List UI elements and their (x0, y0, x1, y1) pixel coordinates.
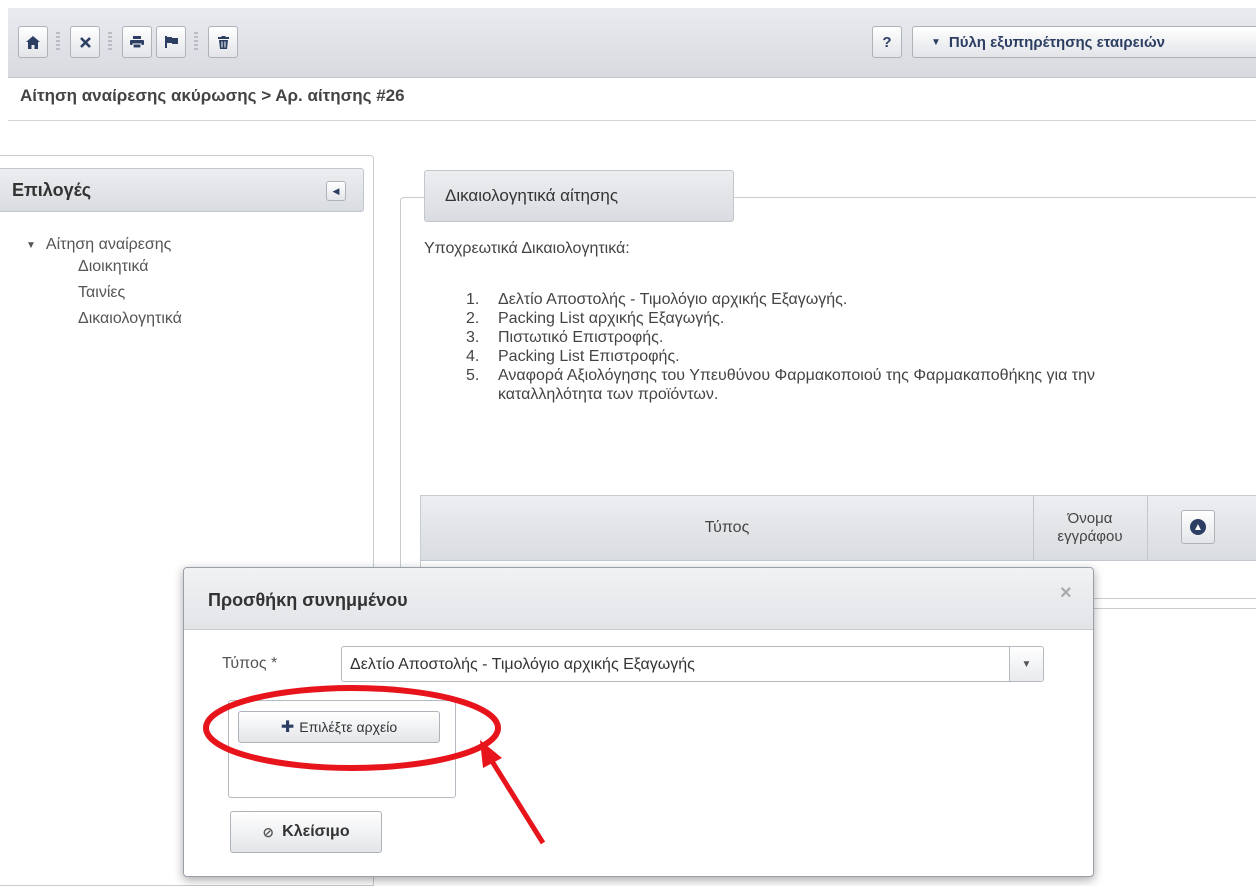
sidebar-collapse-button[interactable]: ◀ (326, 181, 346, 201)
caret-left-icon: ◀ (332, 185, 340, 196)
ban-icon: ⊘ (262, 823, 275, 840)
sidebar-tree: ▼ Αίτηση αναίρεσης Διοικητικά Ταινίες Δι… (26, 236, 182, 332)
choose-file-label: Επιλέξτε αρχείο (299, 719, 398, 735)
help-label: ? (882, 33, 892, 51)
upload-button[interactable]: ▲ (1181, 510, 1215, 544)
flag-button[interactable] (156, 26, 186, 58)
portal-label: Πύλη εξυπηρέτησης εταιρειών (948, 33, 1165, 51)
dialog-header: Προσθήκη συνημμένου × (184, 568, 1093, 630)
toolbar-separator (194, 32, 198, 52)
print-icon (130, 36, 144, 48)
type-select[interactable]: Δελτίο Αποστολής - Τιμολόγιο αρχικής Εξα… (341, 646, 1044, 682)
arrow-up-circle-icon: ▲ (1190, 519, 1206, 535)
delete-button[interactable] (208, 26, 238, 58)
portal-menu-button[interactable]: ▼ Πύλη εξυπηρέτησης εταιρειών (912, 26, 1256, 58)
home-icon (26, 35, 40, 49)
caret-down-icon: ▼ (931, 36, 941, 48)
required-documents-title: Υποχρεωτικά Δικαιολογητικά: (424, 240, 630, 257)
top-toolbar: ? ▼ Πύλη εξυπηρέτησης εταιρειών (8, 8, 1256, 78)
toolbar-separator (56, 32, 60, 52)
table-header: Τύπος Όνομα εγγράφου ▲ (421, 496, 1256, 561)
sidebar-title: Επιλογές (12, 180, 92, 200)
help-button[interactable]: ? (872, 26, 902, 58)
sidebar-item-documents[interactable]: Δικαιολογητικά (78, 306, 182, 332)
print-button[interactable] (122, 26, 152, 58)
cancel-button[interactable] (70, 26, 100, 58)
sidebar-item-films[interactable]: Ταινίες (78, 280, 182, 306)
sidebar-item-administrative[interactable]: Διοικητικά (78, 254, 182, 280)
fieldset-legend: Δικαιολογητικά αίτησης (424, 170, 734, 222)
trash-icon (217, 35, 229, 49)
list-item: 2. Packing List αρχικής Εξαγωγής. (466, 310, 725, 327)
required-documents-list: 1. Δελτίο Αποστολής - Τιμολόγιο αρχικής Ε… (466, 290, 1098, 404)
close-icon[interactable]: × (1060, 582, 1072, 605)
close-dialog-button[interactable]: ⊘ Κλείσιμο (230, 811, 382, 853)
list-item: 3. Πιστωτικό Επιστροφής. (466, 329, 664, 346)
sidebar-header: Επιλογές ◀ (0, 168, 364, 212)
plus-icon: ✚ (280, 719, 295, 736)
sidebar-item-parent[interactable]: ▼ Αίτηση αναίρεσης (26, 236, 182, 254)
close-dialog-label: Κλείσιμο (282, 823, 350, 840)
type-select-value: Δελτίο Αποστολής - Τιμολόγιο αρχικής Εξα… (350, 656, 695, 673)
choose-file-button[interactable]: ✚ Επιλέξτε αρχείο (238, 711, 440, 743)
column-header-document-name[interactable]: Όνομα εγγράφου (1033, 496, 1148, 560)
type-label: Τύπος * (222, 655, 278, 672)
sidebar-item-label: Αίτηση αναίρεσης (45, 236, 172, 253)
add-attachment-dialog: Προσθήκη συνημμένου × Τύπος * Δελτίο Απο… (183, 567, 1094, 877)
toolbar-separator (108, 32, 112, 52)
list-item: 5. Αναφορά Αξιολόγησης του Υπευθύνου Φαρμ… (466, 367, 1095, 403)
list-item: 1. Δελτίο Αποστολής - Τιμολόγιο αρχικής Ε… (466, 291, 848, 308)
home-button[interactable] (18, 26, 48, 58)
caret-down-icon: ▼ (26, 239, 36, 251)
dialog-title: Προσθήκη συνημμένου (208, 590, 408, 610)
breadcrumb-divider (8, 120, 1256, 121)
flag-icon (164, 36, 178, 48)
breadcrumb: Αίτηση αναίρεσης ακύρωσης > Αρ. αίτησης … (20, 86, 405, 105)
column-header-type[interactable]: Τύπος (421, 496, 1034, 560)
list-item: 4. Packing List Επιστροφής. (466, 348, 680, 365)
close-icon (79, 36, 91, 48)
chevron-down-icon[interactable]: ▼ (1009, 647, 1043, 681)
